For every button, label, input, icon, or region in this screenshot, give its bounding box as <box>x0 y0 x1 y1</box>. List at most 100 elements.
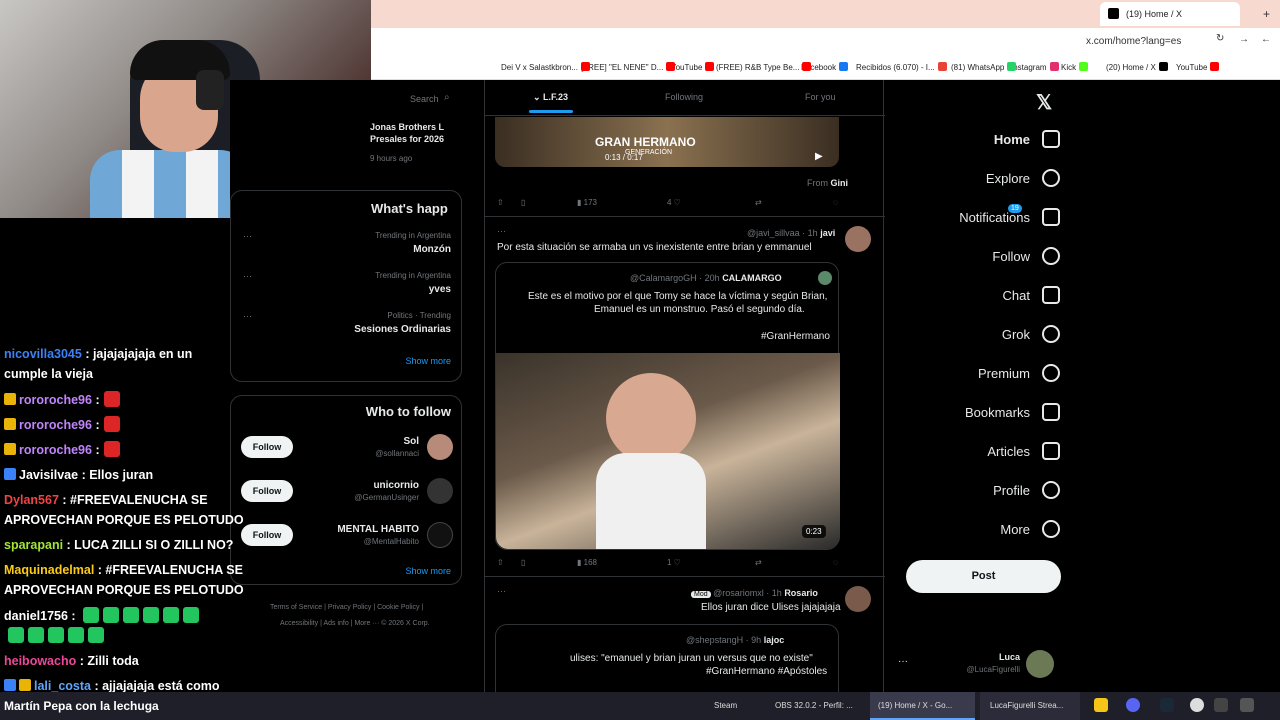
javi-avatar[interactable] <box>845 226 871 252</box>
tweet-menu-icon[interactable]: ··· <box>497 226 506 236</box>
trend-monzon[interactable]: Monzón <box>413 244 451 255</box>
nav-premium[interactable]: Premium <box>978 362 1060 384</box>
divider <box>485 576 885 577</box>
quote-tweet-2[interactable]: @shepstangH · 9h lajoc ulises: "emanuel … <box>495 624 839 692</box>
quote-tweet[interactable]: @CalamargoGH · 20h CALAMARGO Este es el … <box>495 262 840 550</box>
active-tab-indicator <box>529 110 573 113</box>
tab-for-you[interactable]: For you <box>805 92 836 102</box>
post-button[interactable]: Post <box>906 560 1061 593</box>
task-view-icon[interactable] <box>1214 698 1228 712</box>
account-avatar[interactable] <box>1026 650 1054 678</box>
nav-home[interactable]: Home <box>994 128 1060 150</box>
javi-name[interactable]: javi <box>820 228 835 238</box>
quote-video[interactable]: 0:23 <box>496 353 840 549</box>
repost-icon[interactable]: ⇄ <box>755 558 762 567</box>
search-box[interactable]: Search ⌕ <box>230 88 462 108</box>
show-more-trends[interactable]: Show more <box>405 356 451 366</box>
nav-articles[interactable]: Articles <box>987 440 1060 462</box>
show-more-follow[interactable]: Show more <box>405 566 451 576</box>
account-menu-icon[interactable]: ··· <box>898 656 908 667</box>
chat-backdrop <box>0 218 230 338</box>
tweet-menu-icon[interactable]: ··· <box>497 586 506 596</box>
new-tab-icon[interactable]: + <box>1263 7 1270 21</box>
bookmark-youtube[interactable]: YouTube <box>1176 62 1220 72</box>
discord-icon[interactable] <box>1126 698 1140 712</box>
bookmark-kick[interactable]: Kick <box>1061 62 1089 72</box>
quote-line-2: Emanuel es un monstruo. Pasó el segundo … <box>594 304 805 315</box>
trend-yves[interactable]: yves <box>429 284 451 295</box>
person-icon <box>1042 481 1060 499</box>
nav-more[interactable]: More <box>1000 518 1060 540</box>
tweet-video[interactable]: GRAN HERMANO GENERACIÓN 0:13 / 0:17 ▶ <box>495 117 839 167</box>
nav-bookmarks[interactable]: Bookmarks <box>965 401 1060 423</box>
nav-profile[interactable]: Profile <box>993 479 1060 501</box>
account-name: Luca <box>998 652 1020 662</box>
sub-badge-icon <box>4 418 16 430</box>
bookmark-gmail[interactable]: Recibidos (6.070) - I... <box>856 62 947 72</box>
search-icon <box>1042 169 1060 187</box>
nav-chat[interactable]: Chat <box>1003 284 1060 306</box>
back-icon[interactable]: ← <box>1261 34 1271 45</box>
views-count[interactable]: ▮ 173 <box>577 198 597 207</box>
bookmark-dei-v[interactable]: Dei V x Salastkbron... <box>501 62 590 72</box>
likes-count[interactable]: 4 ♡ <box>667 198 681 207</box>
forward-icon[interactable]: → <box>1239 34 1249 45</box>
bookmark-instagram[interactable]: Instagram <box>1011 62 1059 72</box>
video-person <box>606 373 696 463</box>
repost-icon[interactable]: ⇄ <box>755 198 762 207</box>
taskbar-steam[interactable]: Steam <box>714 701 737 710</box>
views-count[interactable]: ▮ 168 <box>577 558 597 567</box>
unicornio-avatar[interactable] <box>427 478 453 504</box>
play-icon[interactable]: ▶ <box>815 151 823 162</box>
bookmark-action-icon[interactable]: ▯ <box>521 558 525 567</box>
from-name[interactable]: Gini <box>831 178 849 188</box>
rosario-avatar[interactable] <box>845 586 871 612</box>
rosario-name[interactable]: Rosario <box>784 588 818 598</box>
suggestion-name[interactable]: Sol <box>403 436 419 447</box>
bookmark-el-nene[interactable]: [FREE] "EL NENE" D... <box>581 62 676 72</box>
bookmark-rnb[interactable]: (FREE) R&B Type Be... <box>716 62 812 72</box>
start-icon[interactable] <box>1240 698 1254 712</box>
trend-top-subtitle[interactable]: Presales for 2026 <box>370 134 444 144</box>
suggestion-name[interactable]: unicornio <box>373 480 419 491</box>
sol-avatar[interactable] <box>427 434 453 460</box>
share-icon[interactable]: ⇧ <box>497 198 504 207</box>
emote-icon <box>103 607 120 623</box>
divider <box>485 216 885 217</box>
trend-top-title[interactable]: Jonas Brothers L <box>370 122 444 132</box>
search-icon: ⌕ <box>444 92 450 103</box>
bookmark-youtube-2[interactable]: YouTube <box>671 62 715 72</box>
reload-icon[interactable]: ↻ <box>1216 33 1224 44</box>
bookmark-x-home[interactable]: (20) Home / X <box>1106 62 1168 72</box>
emote-icon <box>28 627 44 643</box>
chat-message: Maquinadelmal : #FREEVALENUCHA SE <box>4 563 243 577</box>
bookmarks-bar: YouTube (20) Home / X Kick Instagram (81… <box>371 54 1280 80</box>
taskbar-chrome-stream[interactable]: LucaFigurelli Strea... <box>980 692 1080 720</box>
quote-hashtag[interactable]: #GranHermano <box>761 331 830 342</box>
folder-icon[interactable] <box>1094 698 1108 712</box>
tab-following[interactable]: Following <box>665 92 703 102</box>
bookmark-whatsapp[interactable]: (81) WhatsApp <box>951 62 1017 72</box>
likes-count[interactable]: 1 ♡ <box>667 558 681 567</box>
steam-icon[interactable] <box>1160 698 1174 712</box>
emote-icon <box>8 627 24 643</box>
tab-lf23[interactable]: ⌄ L.F.23 <box>533 92 568 103</box>
mod-badge: Mod <box>691 591 711 598</box>
share-icon[interactable]: ⇧ <box>497 558 504 567</box>
mental-habito-avatar[interactable] <box>427 522 453 548</box>
url-text[interactable]: x.com/home?lang=es <box>1086 36 1181 47</box>
reply-icon[interactable]: ◌ <box>833 558 838 567</box>
reply-icon[interactable]: ◌ <box>833 198 838 207</box>
premium-icon <box>1042 364 1060 382</box>
x-logo-icon[interactable]: 𝕏 <box>1036 90 1052 115</box>
search-icon[interactable] <box>1190 698 1204 712</box>
taskbar-obs[interactable]: OBS 32.0.2 - Perfil: ... <box>775 701 853 710</box>
tab-x-home[interactable]: (19) Home / X <box>1100 2 1240 26</box>
bookmark-action-icon[interactable]: ▯ <box>521 198 525 207</box>
nav-grok[interactable]: Grok <box>1002 323 1060 345</box>
chat-message: daniel1756 : <box>4 606 200 626</box>
taskbar-chrome-x[interactable]: (19) Home / X - Go... <box>870 692 975 720</box>
address-bar[interactable]: ← → ↻ x.com/home?lang=es <box>371 28 1280 54</box>
nav-follow[interactable]: Follow <box>992 245 1060 267</box>
nav-explore[interactable]: Explore <box>986 167 1060 189</box>
